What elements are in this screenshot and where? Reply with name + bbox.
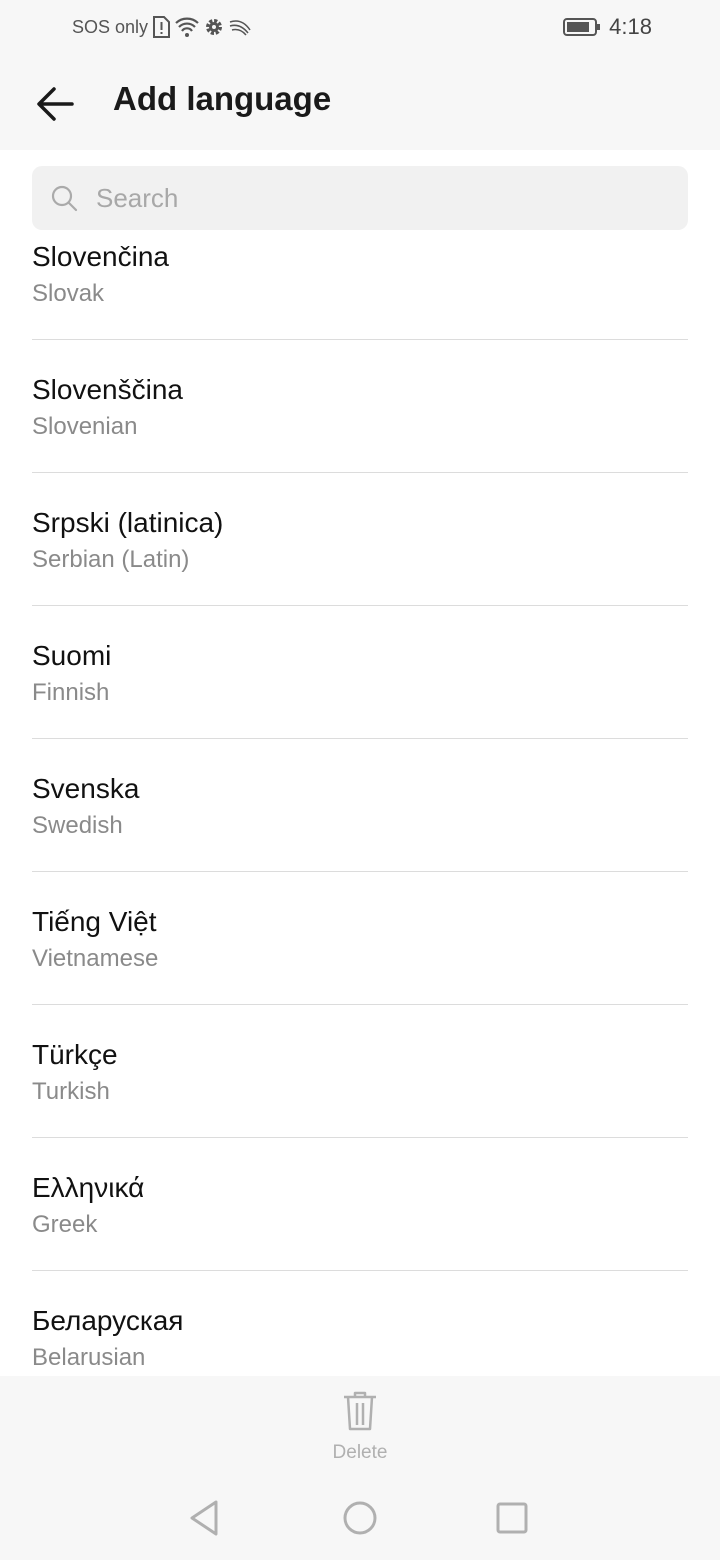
language-item[interactable]: Türkçe Turkish	[0, 1005, 720, 1138]
language-english-name: Greek	[32, 1211, 98, 1238]
bottom-bar: Delete	[0, 1376, 720, 1560]
language-english-name: Belarusian	[32, 1344, 146, 1371]
carrier-text: SOS only	[72, 16, 149, 37]
language-item[interactable]: Suomi Finnish	[0, 606, 720, 739]
language-item[interactable]: Slovenčina Slovak	[0, 240, 720, 340]
search-icon	[51, 185, 78, 212]
language-item[interactable]: Tiếng Việt Vietnamese	[0, 872, 720, 1005]
language-english-name: Turkish	[32, 1078, 110, 1105]
delete-button[interactable]: Delete	[310, 1390, 410, 1470]
language-native-name: Ελληνικά	[32, 1172, 145, 1203]
language-english-name: Slovak	[32, 280, 105, 307]
language-native-name: Suomi	[32, 640, 112, 671]
language-english-name: Finnish	[32, 679, 110, 706]
sim-alert-icon	[153, 16, 171, 38]
nav-recents-button[interactable]	[487, 1496, 537, 1540]
wifi-icon	[175, 17, 199, 37]
search-input[interactable]	[96, 182, 656, 214]
language-native-name: Беларуская	[32, 1305, 184, 1336]
language-item[interactable]: Srpski (latinica) Serbian (Latin)	[0, 473, 720, 606]
battery-icon	[563, 18, 601, 36]
trash-icon	[344, 1391, 376, 1431]
language-english-name: Vietnamese	[32, 945, 159, 972]
page-title: Add language	[113, 80, 332, 117]
language-english-name: Swedish	[32, 812, 123, 839]
language-native-name: Türkçe	[32, 1039, 118, 1070]
language-item[interactable]: Ελληνικά Greek	[0, 1138, 720, 1271]
search-bar[interactable]	[32, 166, 688, 230]
language-native-name: Svenska	[32, 773, 140, 804]
language-item[interactable]: Slovenščina Slovenian	[0, 340, 720, 473]
language-native-name: Slovenčina	[32, 241, 169, 272]
swiftkey-icon	[229, 20, 251, 36]
clock: 4:18	[609, 14, 652, 39]
nav-home-button[interactable]	[335, 1496, 385, 1540]
triangle-back-icon	[190, 1500, 218, 1536]
language-item[interactable]: Беларуская Belarusian	[0, 1271, 720, 1376]
delete-label: Delete	[332, 1442, 388, 1463]
back-button[interactable]	[32, 80, 80, 128]
language-native-name: Tiếng Việt	[32, 906, 157, 937]
app-bar: Add language	[0, 56, 720, 150]
language-item[interactable]: Svenska Swedish	[0, 739, 720, 872]
arrow-left-icon	[37, 87, 74, 121]
nav-back-button[interactable]	[180, 1496, 230, 1540]
language-native-name: Slovenščina	[32, 374, 183, 405]
square-recents-icon	[496, 1502, 528, 1534]
language-english-name: Serbian (Latin)	[32, 546, 190, 573]
settings-icon	[206, 19, 223, 35]
language-list[interactable]: Slovenčina Slovak Slovenščina Slovenian …	[0, 240, 720, 1376]
language-native-name: Srpski (latinica)	[32, 507, 224, 538]
language-english-name: Slovenian	[32, 413, 138, 440]
status-bar: SOS only 4:18	[0, 0, 720, 56]
circle-home-icon	[343, 1501, 377, 1535]
